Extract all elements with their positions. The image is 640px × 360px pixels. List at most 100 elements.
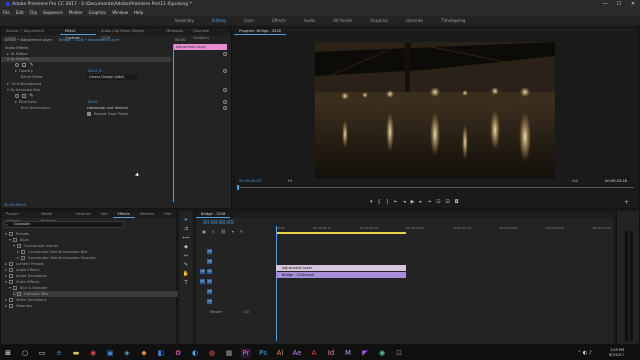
track-a1-label[interactable]: A1 <box>207 279 212 284</box>
premiere-taskbar-icon[interactable]: Pr <box>241 347 251 358</box>
tab-history[interactable]: Hist <box>159 211 176 218</box>
track-select-tool-icon[interactable]: ⇉ <box>184 226 188 232</box>
program-quality-select[interactable]: Full <box>572 178 578 184</box>
step-forward-icon[interactable]: ▸ <box>419 199 422 205</box>
workspace-color[interactable]: Color <box>236 16 262 25</box>
edge-icon[interactable]: e <box>54 348 64 358</box>
program-playhead[interactable] <box>237 185 239 190</box>
gaussian-reset-icon[interactable] <box>223 88 227 92</box>
app-icon[interactable]: ◉ <box>377 348 387 358</box>
disclosure-triangle-icon[interactable] <box>9 239 11 241</box>
tab-info[interactable]: Info <box>96 211 113 218</box>
source-patch[interactable] <box>200 287 205 292</box>
rect-mask-icon[interactable] <box>22 94 26 98</box>
search-icon[interactable]: ○ <box>20 348 30 358</box>
disclosure-triangle-icon[interactable] <box>9 287 11 289</box>
disclosure-triangle-icon[interactable] <box>17 257 19 259</box>
snap-icon[interactable]: ∩ <box>212 229 215 234</box>
repeat-edge-checkbox[interactable] <box>87 112 91 116</box>
razor-tool-icon[interactable]: ◆ <box>184 244 188 250</box>
track-v2-label[interactable]: V2 <box>207 259 212 264</box>
menu-clip[interactable]: Clip <box>29 9 37 16</box>
timeline-playhead[interactable] <box>276 226 277 341</box>
work-area-bar[interactable] <box>276 232 406 234</box>
app-icon[interactable]: ✿ <box>173 348 183 358</box>
step-back-icon[interactable]: ◂ <box>403 199 406 205</box>
source-patch[interactable] <box>200 297 205 302</box>
ec-clip-bar[interactable]: Adjustment Layer <box>173 44 227 50</box>
program-timecode[interactable]: 00:00:00:00 <box>239 178 261 184</box>
disclosure-triangle-icon[interactable] <box>17 251 19 253</box>
chrome-icon[interactable]: ◉ <box>88 348 98 358</box>
workspace-timelapsing[interactable]: Timelapsing <box>433 16 473 25</box>
app-icon[interactable]: ⊡ <box>394 348 404 358</box>
app-icon[interactable]: ▦ <box>224 348 234 358</box>
lift-icon[interactable]: ⊡ <box>436 199 440 205</box>
disclosure-triangle-icon[interactable] <box>5 305 7 307</box>
menu-graphics[interactable]: Graphics <box>89 9 107 16</box>
app-icon[interactable]: M <box>343 348 353 358</box>
source-patch[interactable] <box>200 247 205 252</box>
extract-icon[interactable]: ⊟ <box>445 199 449 205</box>
windows-start-icon[interactable]: ⊞ <box>3 348 13 358</box>
tab-markers[interactable]: Markers <box>135 211 159 218</box>
timeline-ruler[interactable]: 00:00 00:00:04:23 00:00:09:23 00:00:14:23 00… <box>276 226 611 231</box>
task-view-icon[interactable]: ▭ <box>37 348 47 358</box>
disclosure-triangle-icon[interactable] <box>5 299 7 301</box>
tab-libraries[interactable]: Libraries <box>70 211 96 218</box>
ellipse-mask-icon[interactable] <box>15 94 19 98</box>
menu-sequence[interactable]: Sequence <box>43 9 63 16</box>
file-explorer-icon[interactable]: ▬ <box>71 348 81 358</box>
ec-playhead[interactable] <box>173 44 174 202</box>
disclosure-triangle-icon[interactable] <box>5 233 7 235</box>
effects-search-input[interactable]: Gaussian <box>4 221 124 228</box>
store-icon[interactable]: ▣ <box>105 348 115 358</box>
disclosure-triangle-icon[interactable] <box>5 281 7 283</box>
ec-timecode[interactable]: 00:00:00:00 <box>4 202 26 208</box>
timeline-timecode[interactable]: 00:00:00:00 <box>203 220 234 226</box>
goto-in-icon[interactable]: ⇤ <box>394 199 398 205</box>
tab-audio-clip-mixer[interactable]: Audio Clip Mixer: Bridge - 3228 <box>96 28 161 40</box>
blend-mode-select[interactable]: Linear Dodge (Add) <box>87 74 137 80</box>
app-icon[interactable]: ◆ <box>139 348 149 358</box>
ec-clip-label[interactable]: Bridge - 3228 * Adjustment Layer <box>59 37 119 43</box>
tab-program[interactable]: Program: Bridge - 3228 <box>234 28 286 35</box>
menu-window[interactable]: Window <box>112 9 128 16</box>
tab-effect-controls[interactable]: Effect Controls <box>59 28 96 40</box>
workspace-assembly[interactable]: Assembly <box>167 16 202 25</box>
add-button-icon[interactable]: + <box>624 199 629 206</box>
indesign-taskbar-icon[interactable]: Id <box>326 348 336 358</box>
pen-tool-icon[interactable]: ✎ <box>184 262 188 268</box>
after-effects-taskbar-icon[interactable]: Ae <box>292 348 302 358</box>
photoshop-taskbar-icon[interactable]: Ps <box>258 348 268 358</box>
adjustment-layer-clip[interactable]: Adjustment Layer <box>276 265 406 271</box>
tab-project[interactable]: Project: pulsing <box>1 211 36 223</box>
disclosure-triangle-icon[interactable] <box>5 263 7 265</box>
rect-mask-icon[interactable] <box>22 63 26 67</box>
track-a3-label[interactable]: A3 <box>207 299 212 304</box>
source-patch-v1[interactable]: V1 <box>200 269 205 274</box>
menu-file[interactable]: File <box>3 9 10 16</box>
bridge-video-clip[interactable]: Bridge - 3228.mp4 <box>276 272 406 278</box>
workspace-all-panels[interactable]: All Panels <box>325 16 360 25</box>
source-patch[interactable] <box>200 257 205 262</box>
hand-tool-icon[interactable]: ✋ <box>183 271 189 277</box>
tab-essential-graphics[interactable]: Essential Graphics <box>188 28 231 40</box>
selection-tool-icon[interactable]: ➤ <box>184 217 188 223</box>
menu-marker[interactable]: Marker <box>69 9 83 16</box>
program-video-frame[interactable] <box>315 42 555 178</box>
program-scrubber[interactable] <box>237 187 634 188</box>
slip-tool-icon[interactable]: ↔ <box>184 253 188 259</box>
type-tool-icon[interactable]: T <box>184 280 187 286</box>
workspace-audio[interactable]: Audio <box>296 16 323 25</box>
tab-metadata[interactable]: Metadata <box>161 28 188 35</box>
ec-source-label[interactable]: Source * Adjustment Layer <box>4 37 52 43</box>
app-icon[interactable]: ◍ <box>207 348 217 358</box>
workspace-libraries[interactable]: Libraries <box>398 16 431 25</box>
blurriness-reset-icon[interactable] <box>223 100 227 104</box>
nest-icon[interactable]: ▣ <box>202 229 206 234</box>
menu-help[interactable]: Help <box>134 9 143 16</box>
ellipse-mask-icon[interactable] <box>15 63 19 67</box>
maximize-button[interactable]: ☐ <box>612 0 626 9</box>
camera-icon[interactable]: ◘ <box>455 199 459 205</box>
